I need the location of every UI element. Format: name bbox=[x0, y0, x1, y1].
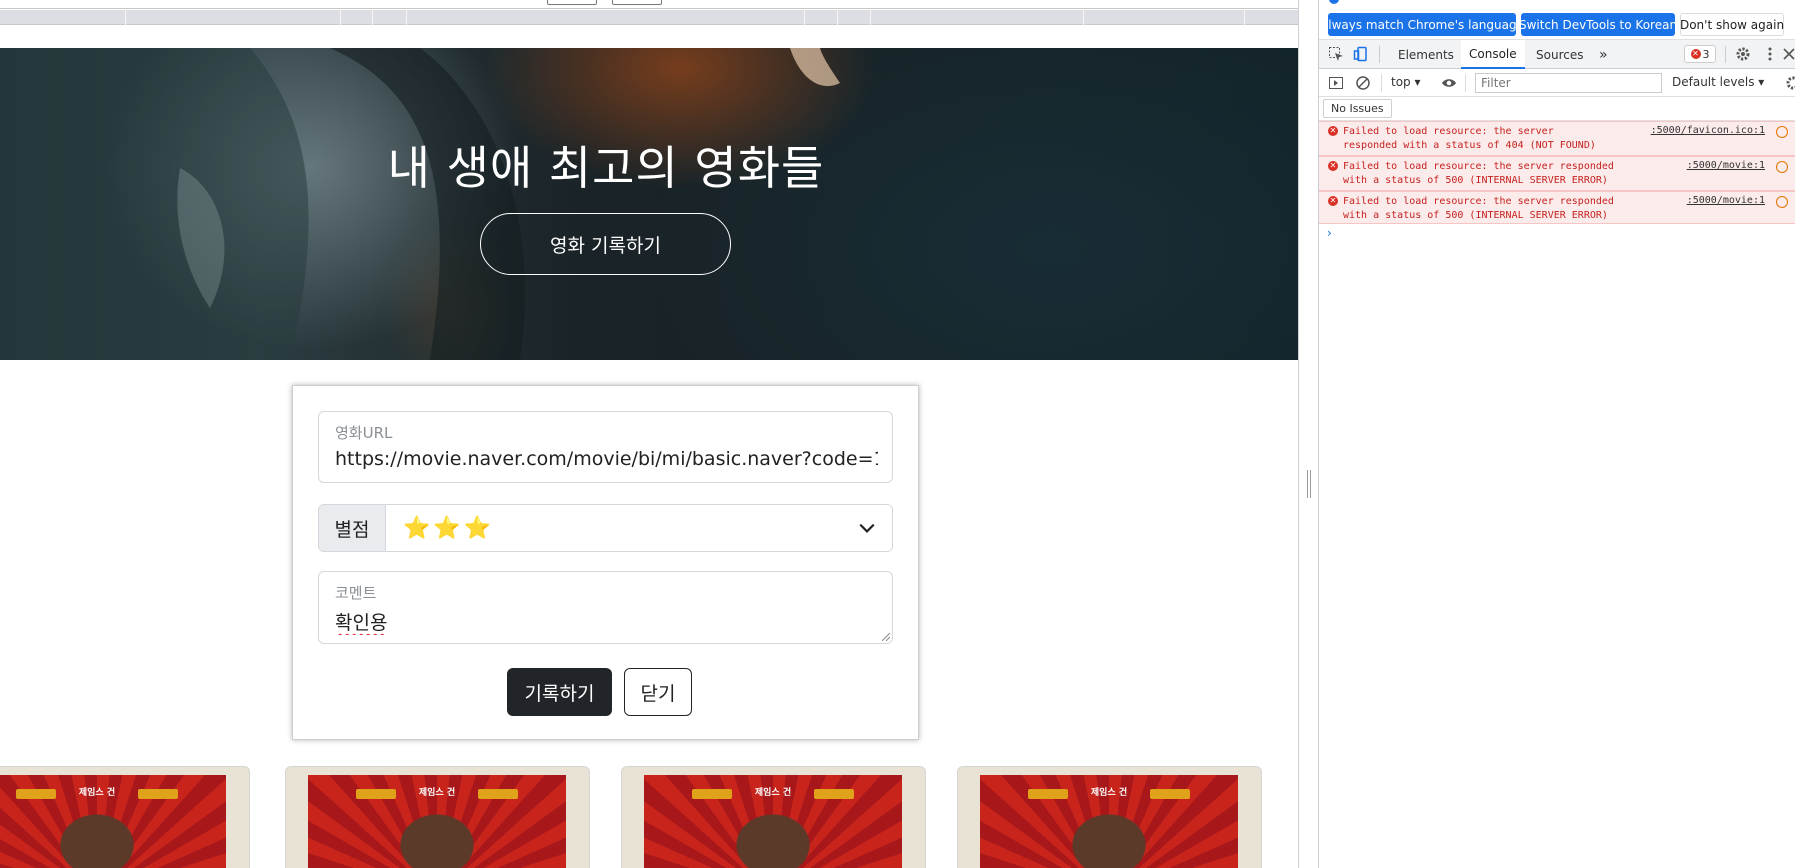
movie-url-field[interactable]: 영화URL https://movie.naver.com/movie/bi/m… bbox=[318, 411, 893, 483]
sidebar-toggle-icon[interactable] bbox=[1328, 75, 1344, 91]
no-issues-button[interactable]: No Issues bbox=[1323, 99, 1392, 118]
language-notice-bar: Always match Chrome's language Switch De… bbox=[1319, 0, 1795, 40]
console-prompt[interactable]: › bbox=[1327, 226, 1332, 240]
error-source-link[interactable]: :5000/movie:1 bbox=[1687, 160, 1765, 171]
error-message: Failed to load resource: the server resp… bbox=[1343, 196, 1614, 221]
match-language-button[interactable]: Always match Chrome's language bbox=[1320, 13, 1524, 36]
console-toolbar: top ▾ Filter Default levels ▾ bbox=[1319, 69, 1795, 97]
devtools-panel: Always match Chrome's language Switch De… bbox=[1318, 0, 1795, 868]
poster-caption: 제임스 건 bbox=[418, 788, 456, 798]
devtools-tab-bar: Elements Console Sources » ✕ 3 bbox=[1319, 40, 1795, 69]
tab-console[interactable]: Console bbox=[1461, 40, 1525, 69]
lighthouse-icon[interactable] bbox=[1776, 161, 1788, 173]
context-selector[interactable]: top ▾ bbox=[1391, 75, 1421, 89]
more-options-icon[interactable] bbox=[1762, 46, 1778, 62]
resize-grip-icon[interactable] bbox=[882, 633, 890, 641]
rating-select[interactable]: ⭐⭐⭐ bbox=[386, 505, 892, 551]
comment-field[interactable]: 코멘트 확인용 bbox=[318, 571, 893, 644]
eye-icon[interactable] bbox=[1441, 75, 1457, 91]
movie-poster: 제임스 건 bbox=[980, 775, 1238, 868]
close-icon[interactable] bbox=[1781, 46, 1795, 62]
hero-title: 내 생애 최고의 영화들 bbox=[387, 141, 825, 195]
movie-url-input[interactable]: https://movie.naver.com/movie/bi/mi/basi… bbox=[335, 448, 878, 470]
console-error-row[interactable]: ✕ Failed to load resource: the server re… bbox=[1319, 191, 1795, 224]
error-count-badge[interactable]: ✕ 3 bbox=[1684, 45, 1716, 63]
lighthouse-icon[interactable] bbox=[1776, 196, 1788, 208]
close-form-button[interactable]: 닫기 bbox=[624, 668, 692, 716]
movie-poster: 제임스 건 bbox=[308, 775, 566, 868]
movie-card-list: 제임스 건 제임스 건 제임스 건 제임스 건 bbox=[0, 766, 1298, 868]
error-icon: ✕ bbox=[1328, 161, 1338, 171]
error-message: Failed to load resource: the server resp… bbox=[1343, 126, 1596, 151]
top-mini-box bbox=[547, 0, 597, 5]
movie-card[interactable]: 제임스 건 bbox=[0, 766, 250, 868]
context-value: top bbox=[1391, 75, 1411, 89]
movie-card[interactable]: 제임스 건 bbox=[957, 766, 1262, 868]
chevron-down-icon bbox=[859, 523, 875, 533]
error-message: Failed to load resource: the server resp… bbox=[1343, 161, 1614, 186]
more-tabs-icon[interactable]: » bbox=[1599, 40, 1608, 69]
error-icon: ✕ bbox=[1328, 126, 1338, 136]
web-page: 내 생애 최고의 영화들 영화 기록하기 영화URL https://movie… bbox=[0, 0, 1298, 868]
rating-label: 별점 bbox=[319, 505, 386, 551]
filter-input[interactable]: Filter bbox=[1475, 73, 1662, 93]
top-mini-box bbox=[612, 0, 662, 5]
log-levels-dropdown[interactable]: Default levels ▾ bbox=[1672, 75, 1764, 89]
movie-card[interactable]: 제임스 건 bbox=[285, 766, 590, 868]
lighthouse-icon[interactable] bbox=[1776, 126, 1788, 138]
tab-sources[interactable]: Sources bbox=[1536, 40, 1583, 69]
log-levels-label: Default levels bbox=[1672, 75, 1755, 89]
movie-poster: 제임스 건 bbox=[0, 775, 226, 868]
error-source-link[interactable]: :5000/movie:1 bbox=[1687, 195, 1765, 206]
tab-elements[interactable]: Elements bbox=[1398, 40, 1454, 69]
switch-korean-button[interactable]: Switch DevTools to Korean bbox=[1519, 13, 1677, 36]
poster-caption: 제임스 건 bbox=[1090, 788, 1128, 798]
poster-caption: 제임스 건 bbox=[78, 788, 116, 798]
comment-label: 코멘트 bbox=[335, 584, 377, 602]
error-icon: ✕ bbox=[1690, 49, 1701, 59]
comment-input[interactable]: 확인용 bbox=[335, 608, 387, 635]
movie-url-label: 영화URL bbox=[335, 424, 393, 442]
record-movie-button[interactable]: 영화 기록하기 bbox=[480, 213, 731, 275]
poster-caption: 제임스 건 bbox=[754, 788, 792, 798]
movie-record-form: 영화URL https://movie.naver.com/movie/bi/m… bbox=[292, 385, 919, 740]
hero-banner: 내 생애 최고의 영화들 영화 기록하기 bbox=[0, 48, 1298, 360]
hero-background-art bbox=[0, 48, 840, 360]
save-record-button[interactable]: 기록하기 bbox=[507, 668, 612, 716]
inspect-element-icon[interactable] bbox=[1328, 46, 1344, 62]
devtools-resize-divider[interactable] bbox=[1298, 0, 1318, 868]
rating-select-group: 별점 ⭐⭐⭐ bbox=[318, 504, 893, 552]
error-count: 3 bbox=[1702, 47, 1710, 61]
ruler-bar bbox=[0, 10, 1298, 25]
console-error-row[interactable]: ✕ Failed to load resource: the server re… bbox=[1319, 156, 1795, 191]
dont-show-again-button[interactable]: Don't show again bbox=[1680, 13, 1784, 36]
movie-card[interactable]: 제임스 건 bbox=[621, 766, 926, 868]
gear-icon[interactable] bbox=[1735, 46, 1751, 62]
page-top-strip bbox=[0, 0, 1298, 9]
error-icon: ✕ bbox=[1328, 196, 1338, 206]
console-error-row[interactable]: ✕ Failed to load resource: the server re… bbox=[1319, 121, 1795, 156]
issues-bar: No Issues bbox=[1319, 97, 1795, 121]
device-toolbar-icon[interactable] bbox=[1353, 46, 1369, 62]
clear-console-icon[interactable] bbox=[1355, 75, 1371, 91]
rating-stars: ⭐⭐⭐ bbox=[403, 515, 495, 541]
console-settings-icon[interactable] bbox=[1785, 75, 1795, 91]
info-icon bbox=[1329, 0, 1339, 4]
error-source-link[interactable]: :5000/favicon.ico:1 bbox=[1651, 125, 1765, 136]
movie-poster: 제임스 건 bbox=[644, 775, 902, 868]
drag-handle-icon[interactable] bbox=[1307, 470, 1311, 498]
